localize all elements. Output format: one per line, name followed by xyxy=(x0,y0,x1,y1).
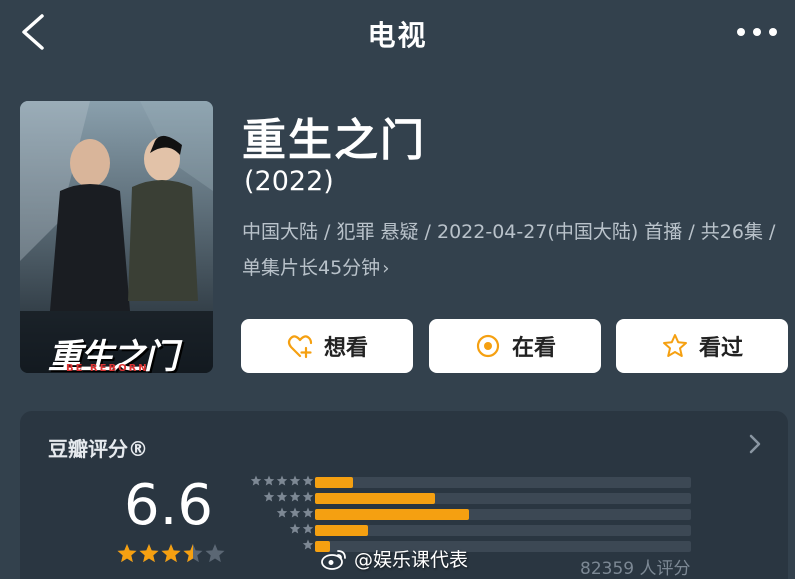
distribution-bar-4-star xyxy=(315,493,436,504)
meta-chevron-icon: › xyxy=(382,258,390,279)
score-stars xyxy=(117,544,225,563)
score-star-filled xyxy=(161,544,181,563)
poster-subtitle-art: BE REBORN xyxy=(66,363,149,373)
distribution-star xyxy=(276,491,288,502)
rating-count: 82359 人评分 xyxy=(580,559,691,579)
chevron-right-icon[interactable] xyxy=(748,433,762,455)
score-star xyxy=(205,544,225,563)
heart-plus-icon xyxy=(287,335,313,359)
more-dots-icon[interactable] xyxy=(735,20,779,44)
distribution-bar-track xyxy=(315,493,691,504)
distribution-bar-3-star xyxy=(315,509,470,520)
watermark-text: @娱乐课代表 xyxy=(354,549,469,571)
distribution-star-labels xyxy=(250,475,314,550)
rating-label: 豆瓣评分® xyxy=(48,437,148,461)
distribution-bar-track xyxy=(315,477,691,488)
top-bar: 电视 xyxy=(0,0,795,64)
show-meta-text: 中国大陆 / 犯罪 悬疑 / 2022-04-27(中国大陆) 首播 / 共26… xyxy=(242,221,776,279)
distribution-star xyxy=(302,523,314,534)
distribution-star xyxy=(289,475,301,486)
distribution-bar-2-star xyxy=(315,525,368,536)
rating-score: 6.6 xyxy=(124,473,214,538)
target-circle-icon xyxy=(476,334,500,358)
distribution-bar-track xyxy=(315,525,691,536)
page-title: 电视 xyxy=(367,19,428,52)
watching-button[interactable]: 在看 xyxy=(429,319,601,373)
show-year: (2022) xyxy=(244,166,334,197)
distribution-star xyxy=(276,507,288,518)
watermark: @娱乐课代表 xyxy=(320,545,468,572)
star-outline-icon xyxy=(662,334,687,357)
distribution-star xyxy=(250,475,262,486)
distribution-star xyxy=(302,507,314,518)
watching-label: 在看 xyxy=(511,336,556,361)
distribution-star xyxy=(289,491,301,502)
distribution-star xyxy=(289,507,301,518)
show-title: 重生之门 xyxy=(242,115,426,166)
score-star-filled xyxy=(117,544,137,563)
watched-button[interactable]: 看过 xyxy=(616,319,788,373)
score-star-filled xyxy=(139,544,159,563)
distribution-star xyxy=(302,475,314,486)
distribution-star xyxy=(302,491,314,502)
watched-label: 看过 xyxy=(698,336,743,361)
distribution-star xyxy=(276,475,288,486)
distribution-star xyxy=(289,523,301,534)
weibo-icon xyxy=(321,549,346,570)
want-to-watch-label: 想看 xyxy=(323,336,368,361)
distribution-star xyxy=(263,491,275,502)
distribution-star xyxy=(263,475,275,486)
show-poster[interactable]: 重生之门 BE REBORN xyxy=(20,101,213,373)
distribution-star xyxy=(302,539,314,550)
distribution-bar-5-star xyxy=(315,477,353,488)
distribution-bar-track xyxy=(315,509,691,520)
want-to-watch-button[interactable]: 想看 xyxy=(241,319,413,373)
show-meta[interactable]: 中国大陆 / 犯罪 悬疑 / 2022-04-27(中国大陆) 首播 / 共26… xyxy=(242,214,782,287)
